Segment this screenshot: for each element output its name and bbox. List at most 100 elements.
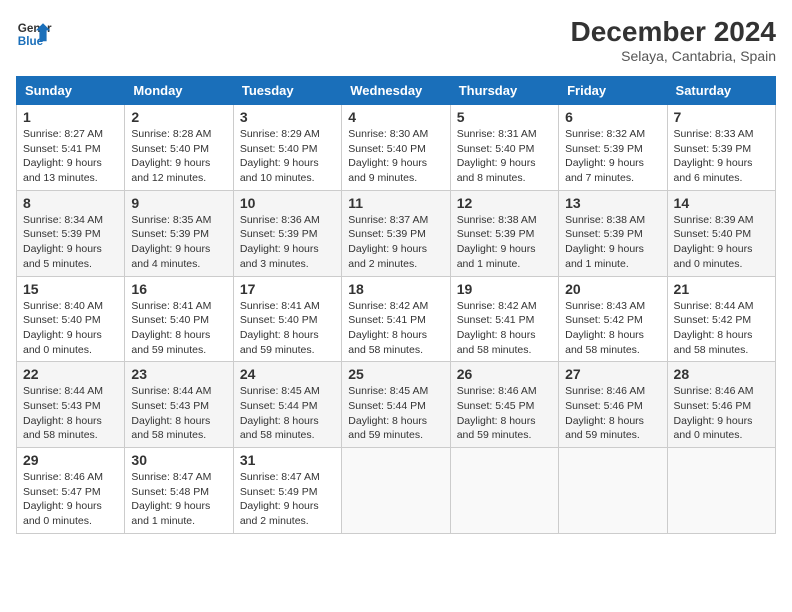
day-info: Sunrise: 8:43 AM Sunset: 5:42 PM Dayligh… (565, 299, 660, 358)
day-number: 27 (565, 366, 660, 382)
calendar-cell: 11 Sunrise: 8:37 AM Sunset: 5:39 PM Dayli… (342, 190, 450, 276)
day-number: 5 (457, 109, 552, 125)
day-number: 28 (674, 366, 769, 382)
day-info: Sunrise: 8:35 AM Sunset: 5:39 PM Dayligh… (131, 213, 226, 272)
week-row-3: 15 Sunrise: 8:40 AM Sunset: 5:40 PM Dayli… (17, 276, 776, 362)
calendar-cell: 6Sunrise: 8:32 AM Sunset: 5:39 PM Daylig… (559, 105, 667, 191)
calendar-cell: 30 Sunrise: 8:47 AM Sunset: 5:48 PM Dayli… (125, 448, 233, 534)
day-number: 15 (23, 281, 118, 297)
day-number: 9 (131, 195, 226, 211)
week-row-5: 29 Sunrise: 8:46 AM Sunset: 5:47 PM Dayli… (17, 448, 776, 534)
day-number: 26 (457, 366, 552, 382)
day-number: 23 (131, 366, 226, 382)
calendar-cell (342, 448, 450, 534)
calendar-cell: 25 Sunrise: 8:45 AM Sunset: 5:44 PM Dayli… (342, 362, 450, 448)
week-row-2: 8 Sunrise: 8:34 AM Sunset: 5:39 PM Daylig… (17, 190, 776, 276)
calendar-cell (450, 448, 558, 534)
day-info: Sunrise: 8:47 AM Sunset: 5:49 PM Dayligh… (240, 470, 335, 529)
calendar-cell: 15 Sunrise: 8:40 AM Sunset: 5:40 PM Dayli… (17, 276, 125, 362)
day-info: Sunrise: 8:41 AM Sunset: 5:40 PM Dayligh… (240, 299, 335, 358)
day-number: 11 (348, 195, 443, 211)
day-info: Sunrise: 8:42 AM Sunset: 5:41 PM Dayligh… (348, 299, 443, 358)
location: Selaya, Cantabria, Spain (571, 48, 776, 64)
calendar-cell: 12Sunrise: 8:38 AM Sunset: 5:39 PM Dayli… (450, 190, 558, 276)
calendar-cell: 31 Sunrise: 8:47 AM Sunset: 5:49 PM Dayli… (233, 448, 341, 534)
day-info: Sunrise: 8:36 AM Sunset: 5:39 PM Dayligh… (240, 213, 335, 272)
day-number: 1 (23, 109, 118, 125)
week-row-4: 22 Sunrise: 8:44 AM Sunset: 5:43 PM Dayli… (17, 362, 776, 448)
calendar-cell: 21 Sunrise: 8:44 AM Sunset: 5:42 PM Dayli… (667, 276, 775, 362)
day-number: 14 (674, 195, 769, 211)
weekday-saturday: Saturday (667, 77, 775, 105)
day-info: Sunrise: 8:34 AM Sunset: 5:39 PM Dayligh… (23, 213, 118, 272)
calendar-cell: 19 Sunrise: 8:42 AM Sunset: 5:41 PM Dayli… (450, 276, 558, 362)
day-info: Sunrise: 8:47 AM Sunset: 5:48 PM Dayligh… (131, 470, 226, 529)
weekday-wednesday: Wednesday (342, 77, 450, 105)
calendar-cell: 24Sunrise: 8:45 AM Sunset: 5:44 PM Dayli… (233, 362, 341, 448)
calendar-cell: 27 Sunrise: 8:46 AM Sunset: 5:46 PM Dayli… (559, 362, 667, 448)
calendar-cell: 17 Sunrise: 8:41 AM Sunset: 5:40 PM Dayli… (233, 276, 341, 362)
calendar-cell: 23Sunrise: 8:44 AM Sunset: 5:43 PM Dayli… (125, 362, 233, 448)
calendar-cell: 26 Sunrise: 8:46 AM Sunset: 5:45 PM Dayli… (450, 362, 558, 448)
day-number: 29 (23, 452, 118, 468)
weekday-thursday: Thursday (450, 77, 558, 105)
weekday-header-row: SundayMondayTuesdayWednesdayThursdayFrid… (17, 77, 776, 105)
day-info: Sunrise: 8:40 AM Sunset: 5:40 PM Dayligh… (23, 299, 118, 358)
day-info: Sunrise: 8:45 AM Sunset: 5:44 PM Dayligh… (348, 384, 443, 443)
day-info: Sunrise: 8:46 AM Sunset: 5:47 PM Dayligh… (23, 470, 118, 529)
day-number: 10 (240, 195, 335, 211)
logo-icon: General Blue (16, 16, 52, 52)
weekday-friday: Friday (559, 77, 667, 105)
title-block: December 2024 Selaya, Cantabria, Spain (571, 16, 776, 64)
day-info: Sunrise: 8:46 AM Sunset: 5:45 PM Dayligh… (457, 384, 552, 443)
day-number: 8 (23, 195, 118, 211)
calendar-cell: 18 Sunrise: 8:42 AM Sunset: 5:41 PM Dayli… (342, 276, 450, 362)
calendar-cell: 29 Sunrise: 8:46 AM Sunset: 5:47 PM Dayli… (17, 448, 125, 534)
day-number: 31 (240, 452, 335, 468)
day-info: Sunrise: 8:28 AM Sunset: 5:40 PM Dayligh… (131, 127, 226, 186)
calendar-cell: 5Sunrise: 8:31 AM Sunset: 5:40 PM Daylig… (450, 105, 558, 191)
day-number: 3 (240, 109, 335, 125)
day-info: Sunrise: 8:39 AM Sunset: 5:40 PM Dayligh… (674, 213, 769, 272)
calendar-cell: 22 Sunrise: 8:44 AM Sunset: 5:43 PM Dayli… (17, 362, 125, 448)
weekday-monday: Monday (125, 77, 233, 105)
day-number: 25 (348, 366, 443, 382)
day-info: Sunrise: 8:29 AM Sunset: 5:40 PM Dayligh… (240, 127, 335, 186)
calendar-body: 1Sunrise: 8:27 AM Sunset: 5:41 PM Daylig… (17, 105, 776, 534)
day-number: 19 (457, 281, 552, 297)
calendar-cell: 4Sunrise: 8:30 AM Sunset: 5:40 PM Daylig… (342, 105, 450, 191)
calendar-cell: 13Sunrise: 8:38 AM Sunset: 5:39 PM Dayli… (559, 190, 667, 276)
calendar-cell (559, 448, 667, 534)
day-number: 24 (240, 366, 335, 382)
day-info: Sunrise: 8:44 AM Sunset: 5:42 PM Dayligh… (674, 299, 769, 358)
day-info: Sunrise: 8:46 AM Sunset: 5:46 PM Dayligh… (674, 384, 769, 443)
calendar-table: SundayMondayTuesdayWednesdayThursdayFrid… (16, 76, 776, 534)
calendar-cell: 3 Sunrise: 8:29 AM Sunset: 5:40 PM Daylig… (233, 105, 341, 191)
day-info: Sunrise: 8:38 AM Sunset: 5:39 PM Dayligh… (457, 213, 552, 272)
month-title: December 2024 (571, 16, 776, 48)
logo: General Blue (16, 16, 52, 52)
day-info: Sunrise: 8:44 AM Sunset: 5:43 PM Dayligh… (23, 384, 118, 443)
day-info: Sunrise: 8:33 AM Sunset: 5:39 PM Dayligh… (674, 127, 769, 186)
calendar-cell: 28 Sunrise: 8:46 AM Sunset: 5:46 PM Dayli… (667, 362, 775, 448)
day-info: Sunrise: 8:32 AM Sunset: 5:39 PM Dayligh… (565, 127, 660, 186)
day-info: Sunrise: 8:38 AM Sunset: 5:39 PM Dayligh… (565, 213, 660, 272)
weekday-tuesday: Tuesday (233, 77, 341, 105)
day-info: Sunrise: 8:42 AM Sunset: 5:41 PM Dayligh… (457, 299, 552, 358)
day-info: Sunrise: 8:30 AM Sunset: 5:40 PM Dayligh… (348, 127, 443, 186)
calendar-cell: 16Sunrise: 8:41 AM Sunset: 5:40 PM Dayli… (125, 276, 233, 362)
calendar-cell: 1Sunrise: 8:27 AM Sunset: 5:41 PM Daylig… (17, 105, 125, 191)
day-number: 17 (240, 281, 335, 297)
calendar-cell: 7Sunrise: 8:33 AM Sunset: 5:39 PM Daylig… (667, 105, 775, 191)
calendar-cell: 9 Sunrise: 8:35 AM Sunset: 5:39 PM Daylig… (125, 190, 233, 276)
day-info: Sunrise: 8:46 AM Sunset: 5:46 PM Dayligh… (565, 384, 660, 443)
day-number: 18 (348, 281, 443, 297)
page-header: General Blue December 2024 Selaya, Canta… (16, 16, 776, 64)
day-number: 20 (565, 281, 660, 297)
day-info: Sunrise: 8:41 AM Sunset: 5:40 PM Dayligh… (131, 299, 226, 358)
day-number: 30 (131, 452, 226, 468)
day-info: Sunrise: 8:37 AM Sunset: 5:39 PM Dayligh… (348, 213, 443, 272)
calendar-cell: 20 Sunrise: 8:43 AM Sunset: 5:42 PM Dayli… (559, 276, 667, 362)
day-number: 22 (23, 366, 118, 382)
day-number: 21 (674, 281, 769, 297)
